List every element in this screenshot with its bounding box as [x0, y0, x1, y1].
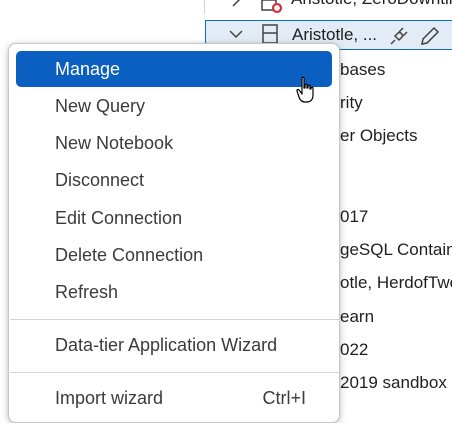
- menu-item-data-tier-wizard[interactable]: Data-tier Application Wizard: [16, 327, 332, 363]
- keyboard-shortcut: Ctrl+I: [262, 388, 306, 408]
- server-icon: [260, 0, 284, 19]
- menu-item-new-query[interactable]: New Query: [16, 88, 332, 124]
- menu-item-edit-connection[interactable]: Edit Connection: [16, 200, 332, 236]
- menu-item-import-wizard[interactable]: Import wizard Ctrl+I: [16, 380, 332, 416]
- menu-item-disconnect[interactable]: Disconnect: [16, 162, 332, 198]
- menu-separator: [10, 372, 339, 373]
- menu-item-manage[interactable]: Manage: [16, 51, 332, 87]
- tree-row-label: Aristotle, ...: [292, 25, 378, 44]
- disconnected-status-icon: [271, 2, 283, 14]
- menu-item-delete-connection[interactable]: Delete Connection: [16, 237, 332, 273]
- context-menu: Manage New Query New Notebook Disconnect…: [8, 43, 340, 423]
- menu-separator: [10, 319, 339, 320]
- menu-item-refresh[interactable]: Refresh: [16, 274, 332, 310]
- chevron-right-icon[interactable]: [229, 0, 243, 15]
- pencil-icon[interactable]: [418, 24, 442, 53]
- hand-cursor-icon: [296, 76, 318, 104]
- tree-row-server-zerodowntime[interactable]: Aristotle, ZeroDowntime: [205, 0, 452, 16]
- plug-icon[interactable]: [387, 24, 411, 53]
- tree-row-label: Aristotle, ZeroDowntime: [291, 0, 452, 9]
- menu-item-label: Import wizard: [55, 388, 164, 408]
- menu-item-new-notebook[interactable]: New Notebook: [16, 125, 332, 161]
